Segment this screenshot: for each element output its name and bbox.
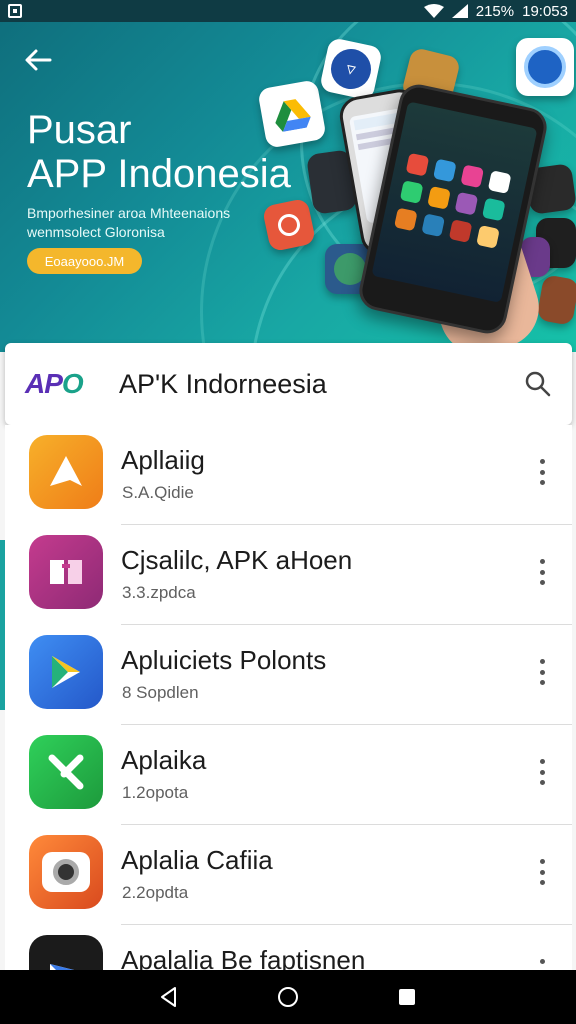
more-options-icon[interactable] <box>532 855 552 889</box>
app-name: Apllaiig <box>121 445 205 475</box>
search-title: AP'K Indorneesia <box>119 368 327 399</box>
app-name: Apluiciets Polonts <box>121 645 327 675</box>
globe-app-icon <box>516 38 574 96</box>
app-meta: 2.2opdta <box>122 883 189 902</box>
brown-app-icon <box>536 274 576 326</box>
app-list: Apllaiig S.A.Qidie Cjsalilc, APK aHoen 3… <box>5 425 572 970</box>
hero-banner: Pusar APP Indonesia Bmporhesiner aroa Mh… <box>0 22 576 352</box>
app-icon <box>29 735 103 809</box>
status-bar: 215% 19:053 <box>0 0 576 22</box>
more-options-icon[interactable] <box>532 555 552 589</box>
list-item[interactable]: Apluiciets Polonts 8 Sopdlen <box>5 625 572 725</box>
app-meta: 8 Sopdlen <box>122 683 199 702</box>
list-item[interactable]: Aplaika 1.2opota <box>5 725 572 825</box>
drive-app-icon <box>257 79 327 149</box>
arrow-left-icon[interactable] <box>24 48 52 72</box>
hero-subtitle: Bmporhesiner aroa Mhteenaions wenmsolect… <box>27 204 277 242</box>
navigation-bar <box>0 970 576 1024</box>
more-options-icon[interactable] <box>532 955 552 970</box>
recents-square-icon[interactable] <box>395 985 419 1009</box>
brand-logo: APO <box>25 368 107 400</box>
status-indicators: 215% 19:053 <box>423 2 568 20</box>
home-circle-icon[interactable] <box>276 985 300 1009</box>
app-name: Apalalia Be faptisnen <box>121 945 366 970</box>
app-name: Aplalia Cafiia <box>121 845 273 875</box>
list-item[interactable]: Aplalia Cafiia 2.2opdta <box>5 825 572 925</box>
more-options-icon[interactable] <box>532 655 552 689</box>
more-options-icon[interactable] <box>532 755 552 789</box>
hero-title-line2: APP Indonesia <box>27 152 291 196</box>
app-icon <box>29 435 103 509</box>
app-name: Cjsalilc, APK aHoen <box>121 545 353 575</box>
battery-percent: 215% <box>475 2 515 20</box>
brand-logo-text-o: O <box>61 368 84 399</box>
wifi-icon <box>423 4 444 18</box>
signal-icon <box>451 4 468 18</box>
search-icon[interactable] <box>524 370 552 398</box>
app-meta: S.A.Qidie <box>122 483 194 502</box>
hero-badge-button[interactable]: Eoaayooo.JM <box>27 248 142 274</box>
app-meta: 1.2opota <box>122 783 189 802</box>
hero-subtitle-line1: Bmporhesiner aroa Mhteenaions <box>27 205 231 221</box>
list-item[interactable]: Cjsalilc, APK aHoen 3.3.zpdca <box>5 525 572 625</box>
list-item[interactable]: Apllaiig S.A.Qidie <box>5 425 572 525</box>
shield-app-icon: ▿ <box>318 36 384 102</box>
app-meta: 3.3.zpdca <box>122 583 196 602</box>
notification-icon <box>8 4 22 18</box>
hero-subtitle-line2: wenmsolect Gloronisa <box>27 224 165 240</box>
search-bar[interactable]: APO AP'K Indorneesia <box>5 343 572 425</box>
list-item[interactable]: Apalalia Be faptisnen <box>5 925 572 970</box>
app-icon <box>29 635 103 709</box>
back-triangle-icon[interactable] <box>157 985 181 1009</box>
app-icon <box>29 535 103 609</box>
brand-logo-text: AP <box>25 368 63 399</box>
app-icon <box>29 935 103 970</box>
app-name: Aplaika <box>121 745 207 775</box>
clock: 19:053 <box>522 2 568 20</box>
more-options-icon[interactable] <box>532 455 552 489</box>
app-icon <box>29 835 103 909</box>
